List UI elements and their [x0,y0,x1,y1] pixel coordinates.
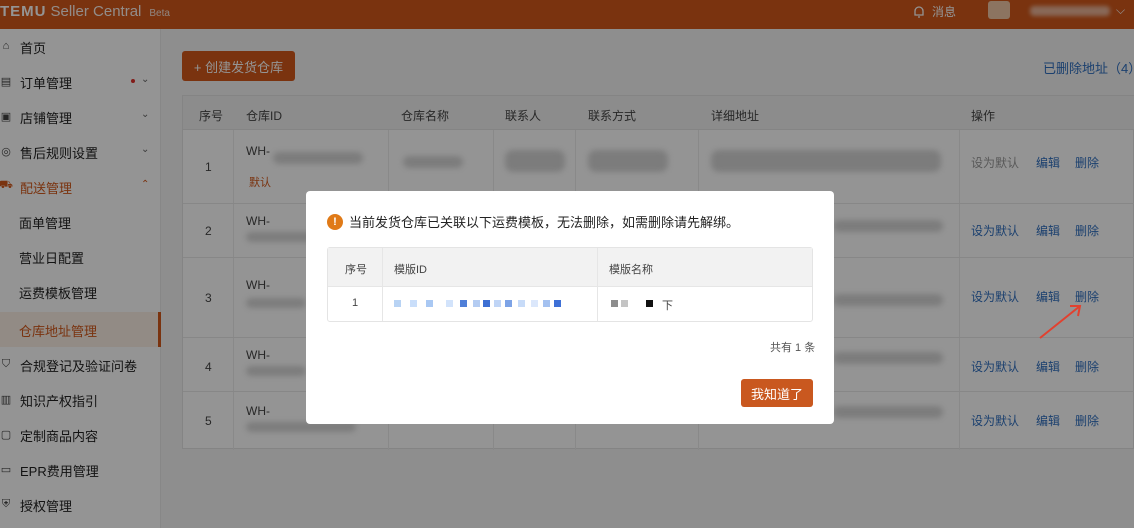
redacted-pixel [460,300,467,307]
column-header: 模版名称 [609,264,653,276]
cannot-delete-dialog: ! 当前发货仓库已关联以下运费模板，无法删除，如需删除请先解绑。 序号 模版ID… [306,191,834,424]
redacted-pixel [446,300,453,307]
column-divider [597,248,598,321]
template-name-suffix: 下 [662,300,673,312]
redacted-pixel [646,300,653,307]
redacted-pixel [473,300,480,307]
total-count: 共有 1 条 [770,342,816,354]
redacted-pixel [611,300,618,307]
linked-templates-table: 序号 模版ID 模版名称 1 下 [327,247,813,322]
info-icon: ! [327,213,343,230]
dialog-message-text: 当前发货仓库已关联以下运费模板，无法删除，如需删除请先解绑。 [349,215,740,230]
row-divider [328,286,812,287]
dialog-message: ! 当前发货仓库已关联以下运费模板，无法删除，如需删除请先解绑。 [327,212,739,231]
redacted-pixel [505,300,512,307]
column-header: 序号 [345,264,367,276]
column-divider [382,248,383,321]
row-index: 1 [352,297,359,309]
redacted-pixel [410,300,417,307]
annotation-arrow-icon [1039,305,1082,339]
redacted-pixel [621,300,628,307]
acknowledge-button[interactable]: 我知道了 [741,379,813,407]
redacted-pixel [494,300,501,307]
redacted-pixel [518,300,525,307]
redacted-pixel [554,300,561,307]
redacted-pixel [394,300,401,307]
redacted-pixel [531,300,538,307]
column-header: 模版ID [394,264,427,276]
redacted-pixel [426,300,433,307]
redacted-pixel [483,300,490,307]
redacted-pixel [543,300,550,307]
